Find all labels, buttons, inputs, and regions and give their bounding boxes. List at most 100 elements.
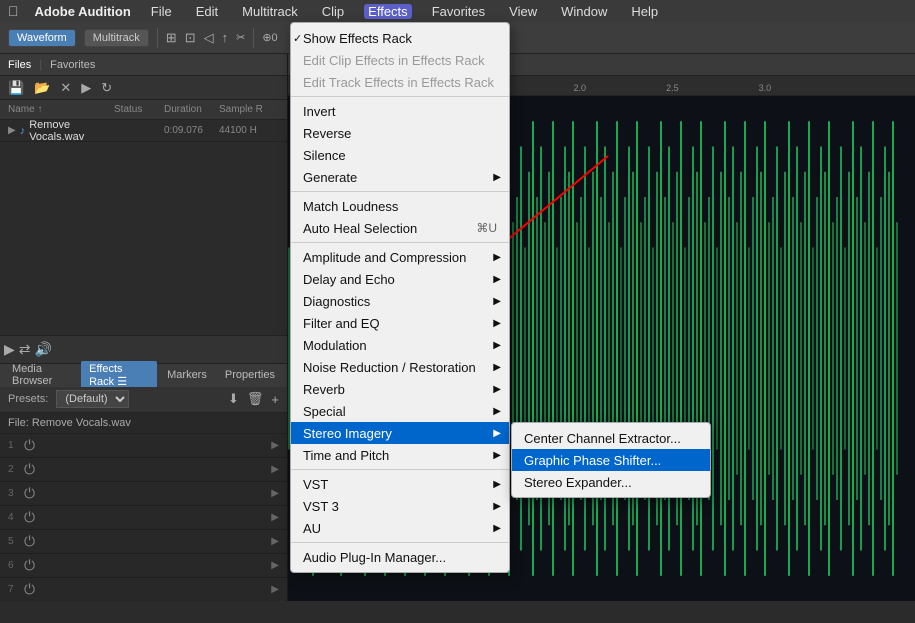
menu-diagnostics[interactable]: Diagnostics [291,290,509,312]
play-file-button[interactable]: ▶ [77,78,95,98]
filter-eq-label: Filter and EQ [303,316,380,331]
file-sample-label: 44100 H [219,125,279,136]
menu-reverse[interactable]: Reverse [291,122,509,144]
menu-match-loudness[interactable]: Match Loudness [291,195,509,217]
menu-sep-4 [291,469,509,470]
file-name-label: Remove Vocals.wav [29,120,114,143]
effects-dropdown: Show Effects Rack Edit Clip Effects in E… [290,22,510,573]
ruler-3.0: 3.0 [759,83,772,93]
stereo-imagery-submenu: Center Channel Extractor... Graphic Phas… [511,422,711,498]
tab-effects-rack[interactable]: Effects Rack ☰ [81,361,157,390]
effect-slot-4[interactable]: 4⏻▶ [0,506,287,530]
effect-slot-5[interactable]: 5⏻▶ [0,530,287,554]
show-effects-rack-label: Show Effects Rack [303,31,412,46]
vst3-label: VST 3 [303,499,339,514]
menu-modulation[interactable]: Modulation [291,334,509,356]
menu-au[interactable]: AU [291,517,509,539]
menu-auto-heal[interactable]: Auto Heal Selection ⌘U [291,217,509,239]
menu-sep-3 [291,242,509,243]
col-status-header: Status [114,104,164,115]
center-channel-label: Center Channel Extractor... [524,431,681,446]
effect-slot-3[interactable]: 3⏻▶ [0,482,287,506]
menubar:  Adobe Audition File Edit Multitrack Cl… [0,0,915,22]
menu-show-effects-rack[interactable]: Show Effects Rack [291,27,509,49]
multitrack-button[interactable]: Multitrack [84,29,149,47]
generate-label: Generate [303,170,357,185]
transport-loop[interactable]: ⇄ [19,341,31,358]
presets-add-icon[interactable]: + [271,392,279,407]
file-audio-icon: ♪ [20,125,26,137]
toolbar-divider-2 [253,28,254,48]
files-tab[interactable]: Files [8,59,31,71]
time-pitch-label: Time and Pitch [303,448,389,463]
menu-generate[interactable]: Generate [291,166,509,188]
bottom-tabs: Media Browser Effects Rack ☰ Markers Pro… [0,363,287,387]
effects-file-label: File: Remove Vocals.wav [0,413,287,434]
menu-reverb[interactable]: Reverb [291,378,509,400]
menu-edit[interactable]: Edit [192,4,222,19]
effect-slot-6[interactable]: 6⏻▶ [0,554,287,578]
menu-favorites[interactable]: Favorites [428,4,489,19]
presets-delete-icon[interactable]: 🗑 [247,391,264,407]
loop-file-button[interactable]: ↻ [97,78,116,98]
toolbar-icon-4: ↑ [222,30,229,45]
effect-slot-2[interactable]: 2⏻▶ [0,458,287,482]
menu-vst[interactable]: VST [291,473,509,495]
col-duration-header: Duration [164,104,219,115]
menu-file[interactable]: File [147,4,176,19]
close-file-button[interactable]: ✕ [56,78,75,98]
submenu-stereo-expander[interactable]: Stereo Expander... [512,471,710,493]
stereo-imagery-label: Stereo Imagery [303,426,392,441]
presets-download-icon[interactable]: ⬇ [228,391,239,407]
delay-echo-label: Delay and Echo [303,272,395,287]
menu-special[interactable]: Special [291,400,509,422]
file-duration-label: 0:09.076 [164,125,219,136]
open-file-button[interactable]: 📂 [30,78,54,98]
special-label: Special [303,404,346,419]
menu-view[interactable]: View [505,4,541,19]
stereo-expander-label: Stereo Expander... [524,475,632,490]
menu-amplitude[interactable]: Amplitude and Compression [291,246,509,268]
presets-select[interactable]: (Default) [56,390,129,408]
menu-help[interactable]: Help [627,4,662,19]
app-name[interactable]: Adobe Audition [35,4,131,19]
invert-label: Invert [303,104,336,119]
menu-time-pitch[interactable]: Time and Pitch [291,444,509,466]
tab-media-browser[interactable]: Media Browser [4,361,79,389]
tab-properties[interactable]: Properties [217,367,283,383]
reverse-label: Reverse [303,126,351,141]
effect-slot-7[interactable]: 7⏻▶ [0,578,287,602]
files-columns: Name ↑ Status Duration Sample R [0,100,287,120]
menu-silence[interactable]: Silence [291,144,509,166]
apple-menu[interactable]:  [8,3,19,19]
diagnostics-label: Diagnostics [303,294,370,309]
transport-volume[interactable]: 🔊 [35,341,52,358]
menu-clip[interactable]: Clip [318,4,348,19]
match-loudness-label: Match Loudness [303,199,398,214]
ruler-2.0: 2.0 [574,83,587,93]
waveform-button[interactable]: Waveform [8,29,76,47]
menu-filter-eq[interactable]: Filter and EQ [291,312,509,334]
toolbar-divider [157,28,158,48]
tab-markers[interactable]: Markers [159,367,215,383]
favorites-tab[interactable]: Favorites [50,59,95,71]
menu-delay-echo[interactable]: Delay and Echo [291,268,509,290]
transport-play[interactable]: ▶ [4,341,15,358]
menu-audio-plugin-manager[interactable]: Audio Plug-In Manager... [291,546,509,568]
menu-effects[interactable]: Effects [364,4,412,19]
menu-vst3[interactable]: VST 3 [291,495,509,517]
reverb-label: Reverb [303,382,345,397]
file-item[interactable]: ▶ ♪ Remove Vocals.wav 0:09.076 44100 H [0,120,287,142]
effect-slot-1[interactable]: 1⏻▶ [0,434,287,458]
menu-multitrack[interactable]: Multitrack [238,4,302,19]
toolbar-level: ⊕0 [262,31,277,44]
menu-noise-reduction[interactable]: Noise Reduction / Restoration [291,356,509,378]
files-list: ▶ ♪ Remove Vocals.wav 0:09.076 44100 H [0,120,287,335]
amplitude-label: Amplitude and Compression [303,250,466,265]
menu-stereo-imagery[interactable]: Stereo Imagery Center Channel Extractor.… [291,422,509,444]
menu-window[interactable]: Window [557,4,611,19]
submenu-center-channel[interactable]: Center Channel Extractor... [512,427,710,449]
new-file-button[interactable]: 💾 [4,78,28,98]
submenu-graphic-phase[interactable]: Graphic Phase Shifter... [512,449,710,471]
menu-invert[interactable]: Invert [291,100,509,122]
